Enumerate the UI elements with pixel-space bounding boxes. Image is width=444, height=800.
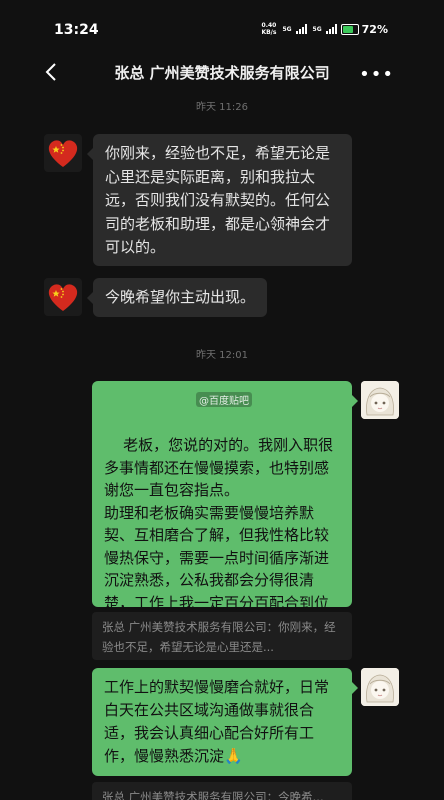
self-avatar[interactable] xyxy=(361,668,399,706)
contact-avatar[interactable] xyxy=(44,134,82,172)
quoted-message[interactable]: 张总 广州美赞技术服务有限公司：你刚来，经验也不足，希望无论是心里还是... xyxy=(92,612,352,660)
signal-icon xyxy=(295,24,307,34)
self-avatar[interactable] xyxy=(361,381,399,419)
message-text: 老板，您说的对的。我刚入职很多事情都还在慢慢摸索，也特别感谢您一直包容指点。 助… xyxy=(104,436,334,634)
status-indicators: 0.40 KB/s 5G 5G 72% xyxy=(261,22,388,36)
timestamp: 昨天 12:01 xyxy=(196,350,248,361)
watermark: @百度贴吧 xyxy=(196,392,252,407)
chat-header: 张总 广州美赞技术服务有限公司 ••• xyxy=(0,52,444,92)
china-flag-heart-icon xyxy=(48,140,78,167)
timestamp: 昨天 11:26 xyxy=(196,102,248,113)
status-bar: 13:24 0.40 KB/s 5G 5G 72% xyxy=(0,0,444,44)
network-gen-label-2: 5G xyxy=(312,25,322,33)
network-speed: 0.40 KB/s xyxy=(261,22,277,36)
battery-percent: 72% xyxy=(361,22,388,36)
signal-icon-2 xyxy=(325,24,337,34)
battery-indicator: 72% xyxy=(340,22,388,36)
message-text: 工作上的默契慢慢磨合就好，日常白天在公共区域沟通做事就很合适，我会认真细心配合好… xyxy=(104,678,330,765)
network-gen-label: 5G xyxy=(282,25,292,33)
quote-text: 张总 广州美赞技术服务有限公司：你刚来，经验也不足，希望无论是心里还是... xyxy=(102,620,336,654)
status-time: 13:24 xyxy=(54,22,99,38)
message-bubble-outgoing[interactable]: 老板，您说的对的。我刚入职很多事情都还在慢慢摸索，也特别感谢您一直包容指点。 助… xyxy=(92,381,358,634)
battery-fill xyxy=(342,25,353,33)
china-flag-heart-icon xyxy=(48,284,78,311)
message-text: 你刚来，经验也不足，希望无论是心里还是实际距离，别和我拉太远，否则我们没有默契的… xyxy=(105,144,331,256)
contact-avatar[interactable] xyxy=(44,278,82,316)
message-text: 今晚希望你主动出现。 xyxy=(105,288,256,306)
message-bubble-outgoing[interactable]: 工作上的默契慢慢磨合就好，日常白天在公共区域沟通做事就很合适，我会认真细心配合好… xyxy=(92,668,358,776)
quoted-message[interactable]: 张总 广州美赞技术服务有限公司：今晚希... xyxy=(92,782,352,800)
quote-text: 张总 广州美赞技术服务有限公司：今晚希... xyxy=(102,790,324,800)
anime-girl-avatar-icon xyxy=(361,381,399,419)
battery-icon xyxy=(340,23,359,35)
more-icon[interactable]: ••• xyxy=(359,64,394,85)
anime-girl-avatar-icon xyxy=(361,668,399,706)
chat-screen: 13:24 0.40 KB/s 5G 5G 72% 张总 广州美赞技术服务有限公… xyxy=(0,0,444,800)
message-bubble-incoming[interactable]: 你刚来，经验也不足，希望无论是心里还是实际距离，别和我拉太远，否则我们没有默契的… xyxy=(87,134,352,266)
message-bubble-incoming[interactable]: 今晚希望你主动出现。 xyxy=(87,278,267,317)
